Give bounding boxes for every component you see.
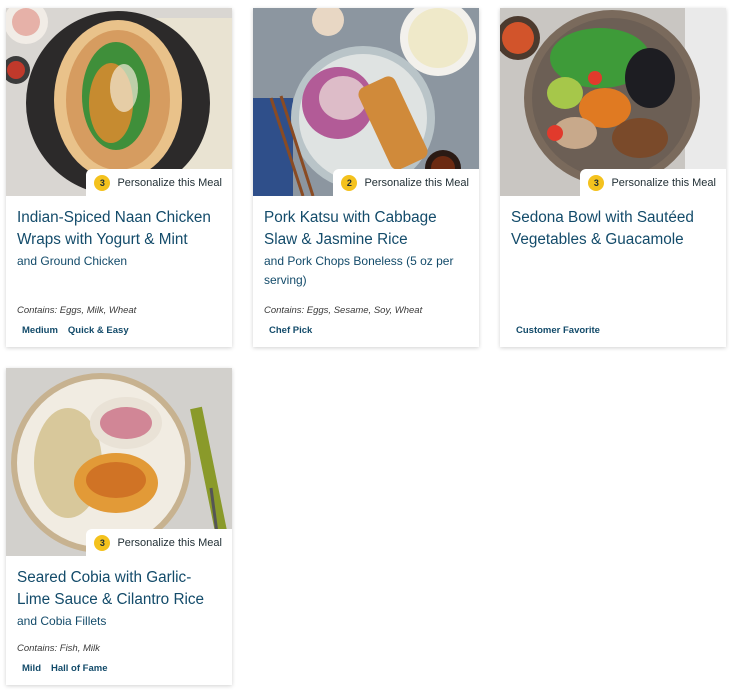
meal-title[interactable]: Indian-Spiced Naan Chicken Wraps with Yo… (17, 207, 221, 251)
allergen-info: Contains: Eggs, Sesame, Soy, Wheat (264, 305, 423, 316)
meal-tag: Hall of Fame (51, 663, 108, 674)
allergen-info: Contains: Fish, Milk (17, 643, 100, 654)
personalize-meal-button[interactable]: 2 Personalize this Meal (333, 169, 479, 196)
personalize-meal-button[interactable]: 3 Personalize this Meal (580, 169, 726, 196)
allergen-info: Contains: Eggs, Milk, Wheat (17, 305, 137, 316)
meal-card-seared-cobia[interactable]: 3 Personalize this Meal Seared Cobia wit… (6, 368, 232, 685)
personalize-label: Personalize this Meal (117, 176, 222, 189)
personalize-meal-button[interactable]: 3 Personalize this Meal (86, 529, 232, 556)
meal-title[interactable]: Sedona Bowl with Sautéed Vegetables & Gu… (511, 207, 715, 251)
personalize-count-badge: 3 (588, 174, 605, 191)
meal-title[interactable]: Pork Katsu with Cabbage Slaw & Jasmine R… (264, 207, 468, 251)
personalize-meal-button[interactable]: 3 Personalize this Meal (86, 169, 232, 196)
meal-tag: Medium (22, 325, 58, 336)
meal-tag: Mild (22, 663, 41, 674)
meal-subtitle: and Pork Chops Boneless (5 oz per servin… (264, 254, 454, 287)
meal-title[interactable]: Seared Cobia with Garlic-Lime Sauce & Ci… (17, 567, 221, 611)
personalize-label: Personalize this Meal (364, 176, 469, 189)
meal-subtitle: and Ground Chicken (17, 254, 128, 268)
meal-image-seared-cobia[interactable]: 3 Personalize this Meal (6, 368, 232, 556)
meal-tag: Chef Pick (269, 325, 313, 336)
meal-image-sedona-bowl[interactable]: 3 Personalize this Meal (500, 8, 726, 196)
personalize-count-badge: 3 (94, 174, 111, 191)
personalize-count-badge: 3 (94, 534, 111, 551)
meal-image-pork-katsu[interactable]: 2 Personalize this Meal (253, 8, 479, 196)
meal-image-naan-wrap[interactable]: 3 Personalize this Meal (6, 8, 232, 196)
meal-card-naan-wrap[interactable]: 3 Personalize this Meal Indian-Spiced Na… (6, 8, 232, 347)
meal-subtitle: and Cobia Fillets (17, 614, 107, 628)
meal-card-pork-katsu[interactable]: 2 Personalize this Meal Pork Katsu with … (253, 8, 479, 347)
meal-card-sedona-bowl[interactable]: 3 Personalize this Meal Sedona Bowl with… (500, 8, 726, 347)
meal-tag: Customer Favorite (516, 325, 600, 336)
personalize-count-badge: 2 (341, 174, 358, 191)
personalize-label: Personalize this Meal (611, 176, 716, 189)
meal-tag: Quick & Easy (67, 325, 129, 336)
personalize-label: Personalize this Meal (117, 536, 222, 549)
